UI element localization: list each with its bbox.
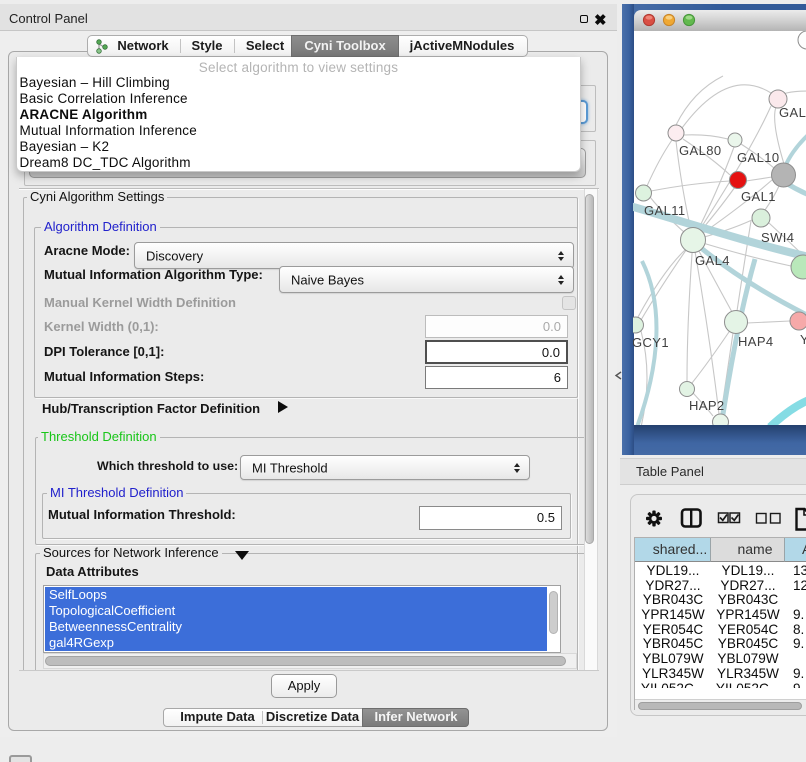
svg-text:SWI4: SWI4 bbox=[761, 230, 794, 245]
svg-text:Y: Y bbox=[800, 332, 806, 347]
svg-text:GAL7: GAL7 bbox=[779, 105, 806, 120]
svg-text:HAP2: HAP2 bbox=[689, 398, 725, 413]
svg-text:HAP4: HAP4 bbox=[738, 334, 774, 349]
svg-text:GAL10: GAL10 bbox=[737, 150, 779, 165]
svg-text:GCY1: GCY1 bbox=[633, 335, 669, 350]
svg-text:GAL4: GAL4 bbox=[695, 253, 730, 268]
svg-text:GAL1: GAL1 bbox=[741, 189, 776, 204]
svg-text:GAL11: GAL11 bbox=[644, 203, 686, 218]
svg-text:GAL80: GAL80 bbox=[679, 143, 721, 158]
